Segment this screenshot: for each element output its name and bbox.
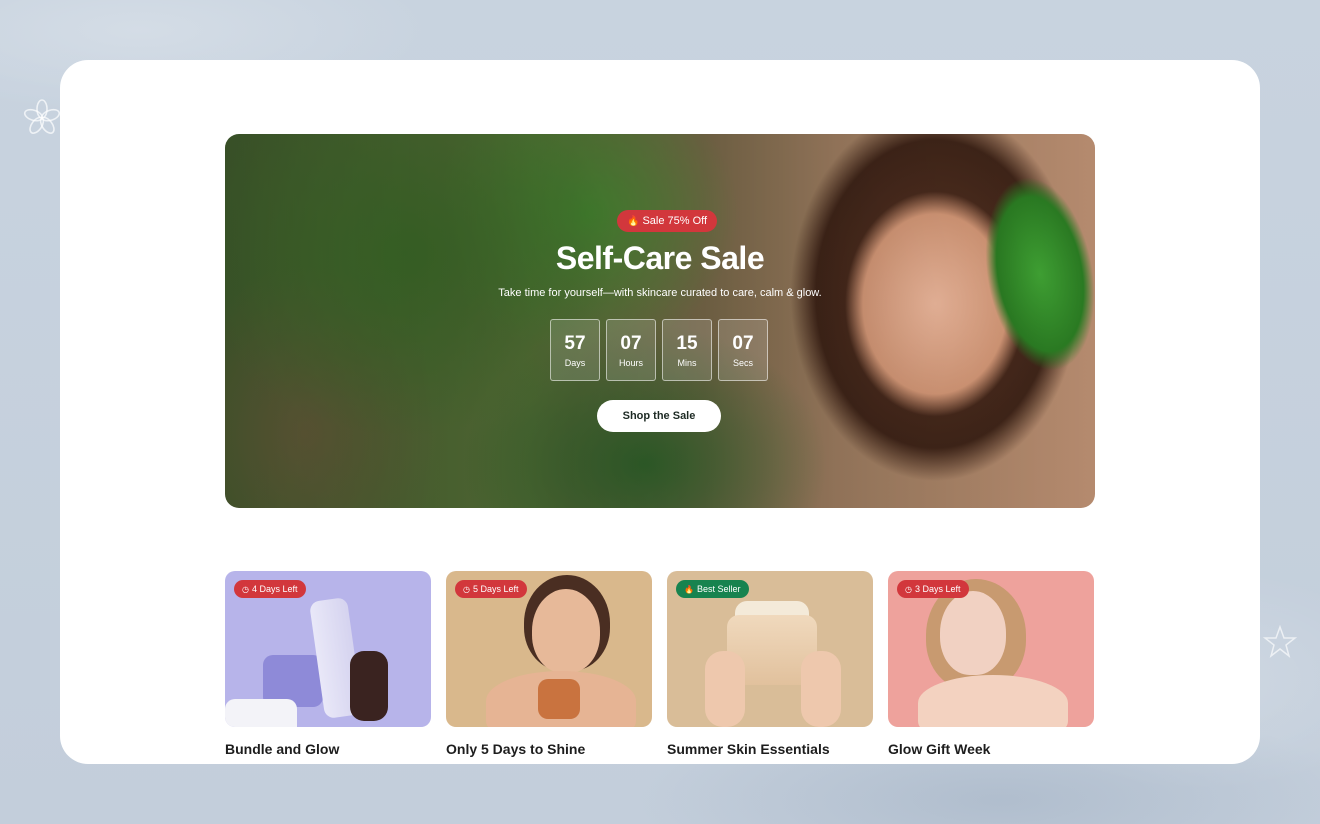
card-badge-label: Best Seller <box>696 584 741 594</box>
promo-card-title[interactable]: Summer Skin Essentials <box>667 741 873 757</box>
flame-icon: 🔥 <box>684 585 694 594</box>
sale-badge: 🔥 Sale 75% Off <box>617 210 718 232</box>
product-jar-image <box>538 679 580 719</box>
promo-card-title[interactable]: Bundle and Glow <box>225 741 431 757</box>
arm-image <box>225 699 297 727</box>
model-face-image <box>940 591 1006 675</box>
countdown-value: 07 <box>732 332 754 354</box>
countdown-days: 57 Days <box>550 319 600 381</box>
countdown-value: 57 <box>564 332 586 354</box>
promo-card-summer-skin[interactable]: 🔥 Best Seller Summer Skin Essentials <box>667 571 873 757</box>
content-panel: 🔥 Sale 75% Off Self-Care Sale Take time f… <box>60 60 1260 764</box>
flower-icon <box>23 99 61 134</box>
countdown-value: 07 <box>620 332 642 354</box>
promo-card-image[interactable]: ◷ 5 Days Left <box>446 571 652 727</box>
hero-banner: 🔥 Sale 75% Off Self-Care Sale Take time f… <box>225 134 1095 508</box>
countdown-label: Mins <box>677 357 697 368</box>
hand-image <box>801 651 841 727</box>
countdown-mins: 15 Mins <box>662 319 712 381</box>
clock-icon: ◷ <box>242 585 249 594</box>
promo-card-list: ◷ 4 Days Left Bundle and Glow ◷ 5 Days Lef… <box>225 571 1094 757</box>
countdown-secs: 07 Secs <box>718 319 768 381</box>
star-icon <box>1262 624 1298 658</box>
card-badge: 🔥 Best Seller <box>676 580 749 598</box>
countdown-label: Hours <box>618 357 643 368</box>
clock-icon: ◷ <box>905 585 912 594</box>
card-badge-label: 5 Days Left <box>472 584 519 594</box>
promo-card-image[interactable]: ◷ 3 Days Left <box>888 571 1094 727</box>
card-badge: ◷ 5 Days Left <box>455 580 527 598</box>
hand-image <box>705 651 745 727</box>
promo-card-image[interactable]: 🔥 Best Seller <box>667 571 873 727</box>
sale-badge-label: Sale 75% Off <box>642 215 708 227</box>
countdown-timer: 57 Days 07 Hours 15 Mins 07 Secs <box>550 319 768 381</box>
flame-icon: 🔥 <box>627 216 640 227</box>
promo-card-bundle-and-glow[interactable]: ◷ 4 Days Left Bundle and Glow <box>225 571 431 757</box>
countdown-label: Secs <box>732 357 753 368</box>
promo-card-image[interactable]: ◷ 4 Days Left <box>225 571 431 727</box>
card-badge-label: 4 Days Left <box>251 584 298 594</box>
countdown-hours: 07 Hours <box>606 319 656 381</box>
hero-title: Self-Care Sale <box>555 240 765 276</box>
countdown-value: 15 <box>676 332 698 354</box>
hand-image <box>350 651 388 721</box>
clock-icon: ◷ <box>463 585 470 594</box>
card-badge: ◷ 3 Days Left <box>897 580 969 598</box>
promo-card-only-5-days[interactable]: ◷ 5 Days Left Only 5 Days to Shine <box>446 571 652 757</box>
hero-subtitle: Take time for yourself—with skincare cur… <box>498 287 822 299</box>
card-badge-label: 3 Days Left <box>914 584 961 594</box>
promo-card-title[interactable]: Only 5 Days to Shine <box>446 741 652 757</box>
model-face-image <box>532 589 600 673</box>
shop-the-sale-button[interactable]: Shop the Sale <box>597 400 721 432</box>
model-body-image <box>918 675 1068 727</box>
countdown-label: Days <box>564 357 586 368</box>
promo-card-glow-gift-week[interactable]: ◷ 3 Days Left Glow Gift Week <box>888 571 1094 757</box>
hero-content: 🔥 Sale 75% Off Self-Care Sale Take time f… <box>225 134 1095 508</box>
card-badge: ◷ 4 Days Left <box>234 580 306 598</box>
promo-card-title[interactable]: Glow Gift Week <box>888 741 1094 757</box>
